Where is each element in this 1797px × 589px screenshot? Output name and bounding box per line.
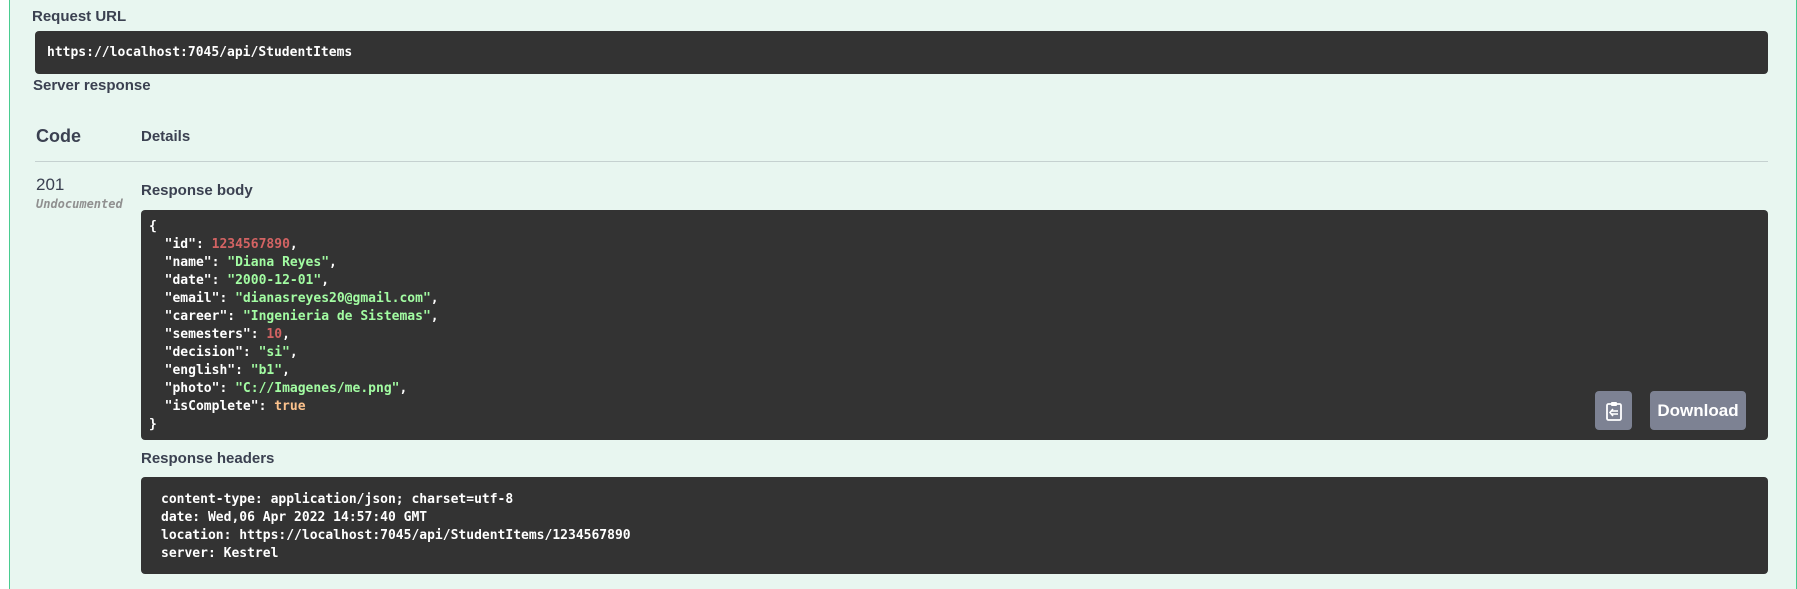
json-colon: : [211, 273, 228, 288]
json-key: "semesters" [149, 327, 251, 342]
json-value: "C://Imagenes/me.png" [235, 381, 400, 396]
json-value: "2000-12-01" [227, 273, 322, 288]
json-separator: , [289, 237, 298, 252]
response-headers-box[interactable]: content-type: application/json; charset=… [141, 477, 1768, 574]
json-colon: : [235, 363, 251, 378]
json-key: "email" [149, 291, 220, 306]
json-colon: : [219, 291, 236, 306]
response-header-line: content-type: application/json; charset=… [161, 492, 514, 507]
json-separator: , [289, 345, 298, 360]
json-colon: : [250, 327, 267, 342]
response-body-label: Response body [141, 182, 253, 199]
json-colon: : [195, 237, 212, 252]
download-button[interactable]: Download [1650, 391, 1746, 430]
response-headers-label: Response headers [141, 450, 275, 467]
response-header-line: date: Wed,06 Apr 2022 14:57:40 GMT [161, 510, 428, 525]
response-header-line: server: Kestrel [161, 546, 279, 561]
clipboard-icon [1605, 401, 1622, 421]
json-separator: , [399, 381, 408, 396]
json-key: "name" [149, 255, 212, 270]
json-value: "si" [258, 345, 290, 360]
json-colon: : [211, 255, 228, 270]
responses-panel: Request URL https://localhost:7045/api/S… [9, 0, 1797, 589]
response-status-doc: Undocumented [36, 197, 123, 211]
json-value: "b1" [250, 363, 283, 378]
response-body-json: { "id": 1234567890, "name": "Diana Reyes… [149, 218, 439, 434]
json-separator: , [282, 327, 290, 342]
response-headers-list: content-type: application/json; charset=… [161, 491, 631, 563]
json-key: "decision" [149, 345, 243, 360]
json-colon: : [227, 309, 243, 324]
response-header-line: location: https://localhost:7045/api/Stu… [161, 528, 631, 543]
json-key: "id" [149, 237, 196, 252]
json-key: "career" [149, 309, 228, 324]
json-key: "isComplete" [149, 399, 259, 414]
json-key: "photo" [149, 381, 220, 396]
json-open-brace: { [149, 219, 157, 234]
server-response-label: Server response [33, 77, 151, 94]
json-colon: : [242, 345, 259, 360]
json-colon: : [258, 399, 275, 414]
json-separator: , [329, 255, 337, 270]
json-close-brace: } [149, 417, 157, 432]
table-divider [35, 161, 1768, 162]
json-value: 1234567890 [211, 237, 290, 252]
response-body-box[interactable]: { "id": 1234567890, "name": "Diana Reyes… [141, 210, 1768, 440]
details-column-header: Details [141, 128, 191, 145]
code-column-header: Code [36, 126, 81, 146]
json-separator: , [282, 363, 290, 378]
json-value: true [274, 399, 306, 414]
json-separator: , [321, 273, 330, 288]
json-separator: , [430, 291, 439, 306]
json-key: "date" [149, 273, 212, 288]
json-colon: : [219, 381, 236, 396]
json-value: "Ingenieria de Sistemas" [242, 309, 431, 324]
json-value: "Diana Reyes" [227, 255, 330, 270]
copy-to-clipboard-button[interactable] [1595, 391, 1632, 430]
request-url-label: Request URL [32, 8, 127, 25]
json-separator: , [430, 309, 439, 324]
json-value: "dianasreyes20@gmail.com" [235, 291, 431, 306]
json-value: 10 [266, 327, 283, 342]
request-url-box[interactable]: https://localhost:7045/api/StudentItems [35, 31, 1768, 74]
response-status-code: 201 [36, 175, 65, 194]
request-url-value: https://localhost:7045/api/StudentItems [47, 45, 353, 60]
json-key: "english" [149, 363, 236, 378]
